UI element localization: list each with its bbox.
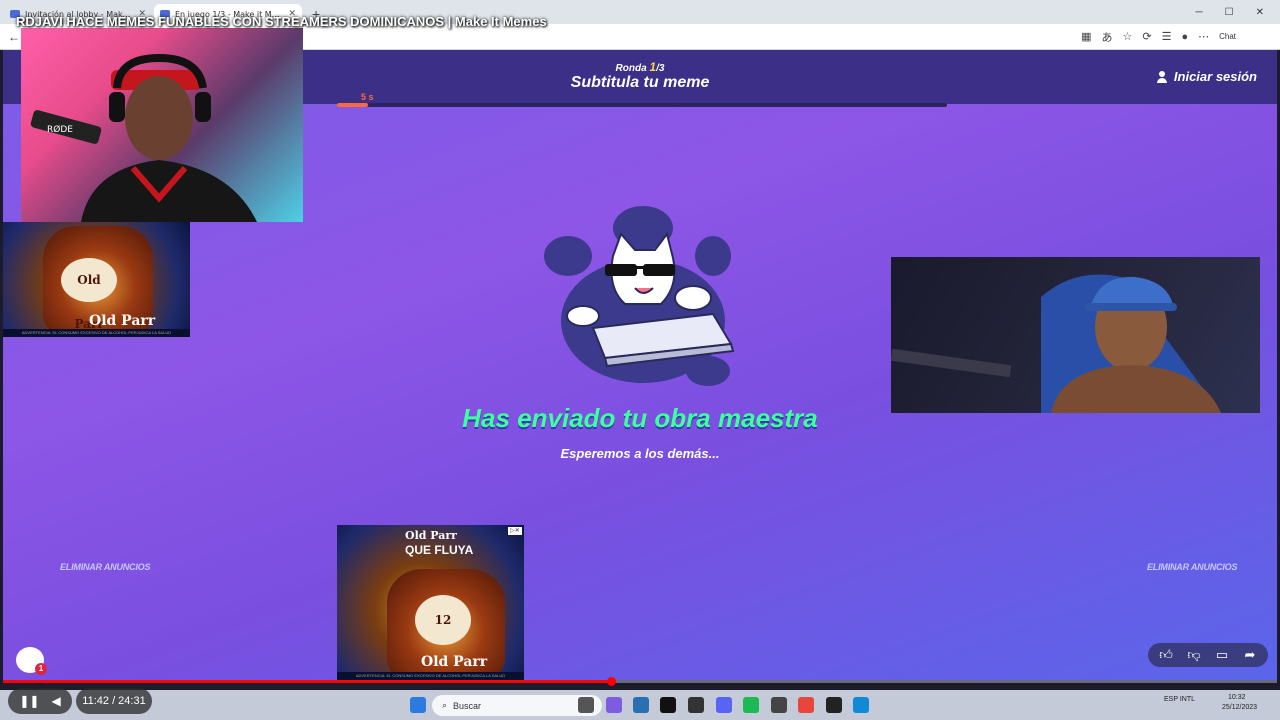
- terminal-icon[interactable]: [660, 697, 676, 713]
- playback-controls: ❚❚ ◀: [8, 688, 72, 714]
- ad-brand-text: Old Parr: [421, 654, 488, 670]
- ad-choices-icon[interactable]: ▷✕: [508, 527, 522, 535]
- chat-button[interactable]: Chat: [1219, 32, 1236, 41]
- streamer-figure: [891, 274, 1221, 413]
- progress-scrubber[interactable]: [607, 677, 616, 686]
- dislike-icon[interactable]: 👎︎: [1186, 647, 1202, 663]
- window-controls: ─ ☐ ✕: [1196, 2, 1280, 24]
- mic-label: RØDE: [47, 124, 73, 135]
- app-icon[interactable]: [688, 697, 704, 713]
- minimize-icon[interactable]: ─: [1196, 2, 1203, 24]
- timer-text: 5 s: [361, 92, 374, 102]
- user-icon: [1156, 70, 1168, 83]
- favorites-icon[interactable]: ☰: [1162, 30, 1172, 43]
- remove-ads-left-link[interactable]: ELIMINAR ANUNCIOS: [60, 562, 150, 572]
- tray-time[interactable]: 10:32: [1228, 694, 1246, 701]
- tray-language[interactable]: ESP INTL: [1164, 696, 1195, 703]
- webcam-streamer-2: [891, 257, 1260, 413]
- more-icon[interactable]: ⋯: [1198, 30, 1209, 43]
- round-prefix: Ronda: [615, 63, 647, 74]
- video-time: 11:42 / 24:31: [82, 695, 146, 707]
- windows-start-icon[interactable]: [410, 697, 426, 713]
- ad-disclaimer: ADVERTENCIA: EL CONSUMO EXCESIVO DE ALCO…: [3, 329, 190, 337]
- video-actions: 👍︎ 👎︎ ▭ ➦: [1148, 643, 1268, 667]
- app-grid-icon[interactable]: ▦: [1081, 30, 1091, 43]
- ad-brand-text: Old Parr: [405, 529, 457, 542]
- translate-icon[interactable]: あ: [1101, 29, 1112, 45]
- epic-games-icon[interactable]: [826, 697, 842, 713]
- store-icon[interactable]: [633, 697, 649, 713]
- close-window-icon[interactable]: ✕: [1256, 2, 1264, 24]
- discord-icon[interactable]: [716, 697, 732, 713]
- ad-disclaimer: ADVERTENCIA: EL CONSUMO EXCESIVO DE ALCO…: [337, 672, 524, 680]
- maximize-icon[interactable]: ☐: [1225, 2, 1234, 24]
- advertisement-left[interactable]: Old Parr Old Parr ADVERTENCIA: EL CONSUM…: [3, 222, 190, 337]
- taskbar-search[interactable]: ⌕ Buscar: [432, 695, 602, 716]
- tray-date[interactable]: 25/12/2023: [1222, 704, 1257, 711]
- ad-slogan: QUE FLUYA: [405, 543, 474, 557]
- extensions-icon[interactable]: ⟳: [1142, 30, 1151, 43]
- task-view-icon[interactable]: [578, 697, 594, 713]
- profile-icon[interactable]: ●: [1181, 31, 1188, 43]
- timer-bar: [337, 103, 947, 107]
- like-icon[interactable]: 👍︎: [1158, 647, 1174, 663]
- login-label: Iniciar sesión: [1173, 69, 1257, 84]
- video-title: RDJAVI HACE MEMES FUNABLES CON STREAMERS…: [16, 14, 547, 29]
- search-icon: ⌕: [442, 700, 448, 710]
- time-display: 11:42 / 24:31: [76, 688, 152, 714]
- ad-brand-text: Old Parr: [89, 313, 156, 329]
- video-progress-bar[interactable]: [3, 677, 1277, 686]
- login-button[interactable]: Iniciar sesión: [1156, 69, 1257, 84]
- spotify-icon[interactable]: [743, 697, 759, 713]
- app-icon[interactable]: [771, 697, 787, 713]
- round-total: /3: [656, 63, 665, 74]
- remove-ads-right-link[interactable]: ELIMINAR ANUNCIOS: [1147, 562, 1237, 572]
- streamer-figure: RØDE: [30, 53, 257, 222]
- edge-icon[interactable]: [853, 697, 869, 713]
- chat-badge: 1: [35, 663, 47, 675]
- webcam-streamer-1: RØDE: [21, 28, 303, 222]
- cat-mascot-icon: [544, 206, 735, 386]
- pause-icon[interactable]: ❚❚: [19, 694, 39, 708]
- chat-bubble-button[interactable]: 1: [16, 647, 47, 675]
- volume-icon[interactable]: ◀: [51, 694, 60, 708]
- waiting-subtitle: Esperemos a los demás...: [560, 446, 720, 461]
- toolbar-icons: ▦ あ ☆ ⟳ ☰ ● ⋯ Chat: [1081, 29, 1272, 45]
- comment-icon[interactable]: ▭: [1214, 647, 1230, 663]
- ad-label-brand: Old Parr: [61, 258, 117, 331]
- star-icon[interactable]: ☆: [1122, 30, 1132, 43]
- share-icon[interactable]: ➦: [1242, 647, 1258, 663]
- timer-fill: [337, 103, 368, 107]
- chrome-icon[interactable]: [798, 697, 814, 713]
- advertisement-bottom[interactable]: Old Parr QUE FLUYA 12 Old Parr ▷✕ ADVERT…: [337, 525, 524, 680]
- search-placeholder: Buscar: [453, 700, 482, 711]
- windows-taskbar: ⌕ Buscar ESP INTL 10:32 25/12/2023: [0, 690, 1280, 720]
- progress-fill: [3, 680, 611, 683]
- copilot-icon[interactable]: [606, 697, 622, 713]
- ad-label-age: 12: [415, 595, 471, 645]
